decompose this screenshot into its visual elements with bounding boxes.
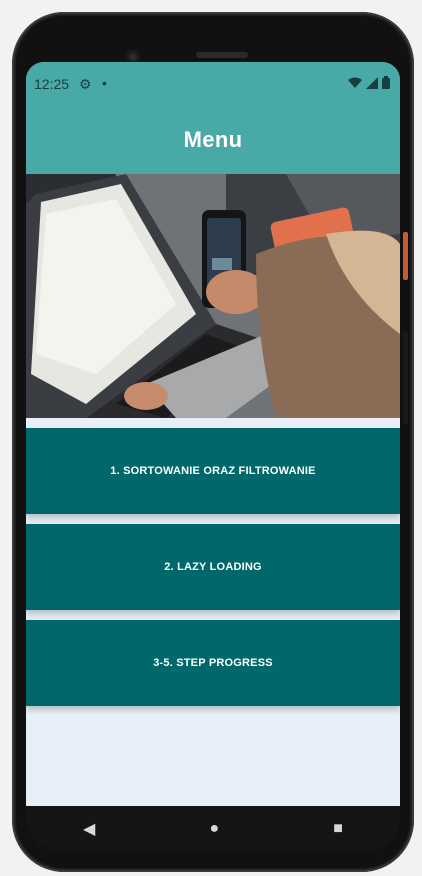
menu-item-sorting[interactable]: 1. SORTOWANIE ORAZ FILTROWANIE	[26, 428, 400, 514]
page-title: Menu	[183, 127, 243, 152]
app-screen: 12:25 ⚙ • Menu 1. SORTOWANIE ORAZ FILTRO…	[26, 62, 400, 806]
hero-image	[26, 174, 400, 418]
speaker-grille	[196, 52, 248, 58]
recents-icon[interactable]: ■	[333, 820, 343, 838]
menu-item-step-progress[interactable]: 3-5. STEP PROGRESS	[26, 620, 400, 706]
menu-item-label: 1. SORTOWANIE ORAZ FILTROWANIE	[110, 465, 316, 477]
power-button	[403, 232, 408, 280]
battery-icon	[382, 76, 390, 89]
app-bar: Menu	[26, 106, 400, 174]
menu-item-label: 2. LAZY LOADING	[164, 561, 262, 573]
volume-button	[403, 332, 408, 424]
gear-icon: ⚙	[79, 76, 92, 92]
back-icon[interactable]: ◀	[83, 819, 95, 839]
menu-item-label: 3-5. STEP PROGRESS	[153, 657, 273, 669]
status-time: 12:25	[34, 76, 70, 92]
menu-item-lazy-loading[interactable]: 2. LAZY LOADING	[26, 524, 400, 610]
signal-icon	[366, 76, 378, 89]
status-bar: 12:25 ⚙ •	[26, 62, 400, 106]
notification-dot: •	[102, 75, 107, 91]
home-icon[interactable]: ●	[209, 820, 219, 838]
system-nav-bar: ◀ ● ■	[26, 806, 400, 852]
hero-photo-illustration	[26, 174, 400, 418]
status-icons	[348, 76, 390, 89]
wifi-icon	[348, 77, 362, 88]
